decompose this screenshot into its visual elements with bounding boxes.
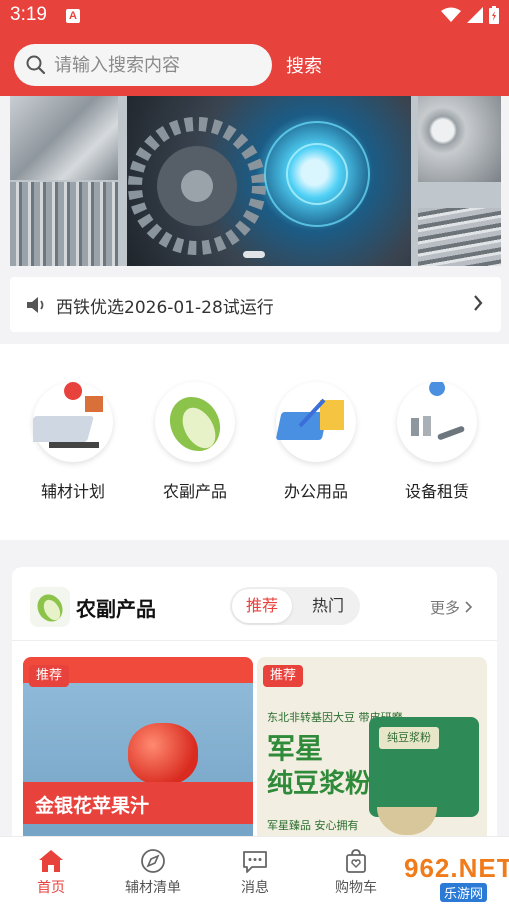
- home-icon: [39, 850, 63, 872]
- notice-bar[interactable]: 西铁优选2026-01-28试运行: [10, 277, 501, 332]
- product-slogan: 军星臻品 安心拥有: [267, 819, 359, 832]
- product-brand: 军星: [267, 732, 324, 765]
- bottom-nav: 首页 辅材清单 消息 购物车 962.NET 乐游网: [0, 836, 509, 906]
- nav-label: 消息: [241, 880, 269, 896]
- office-supplies-icon: [276, 382, 356, 462]
- tab-hot[interactable]: 热门: [300, 589, 356, 623]
- section-title: 农副产品: [76, 597, 156, 621]
- watermark: 962.NET 乐游网: [376, 849, 509, 903]
- nav-item-messages[interactable]: 消息: [210, 847, 300, 897]
- product-image-bowl: [377, 807, 437, 835]
- search-box: [14, 44, 272, 86]
- divider: [12, 640, 497, 641]
- watermark-sub: 乐游网: [440, 883, 488, 902]
- notification-icon: A: [66, 9, 80, 23]
- banner-image-gears: [127, 96, 411, 266]
- more-link[interactable]: 更多: [430, 597, 473, 618]
- product-box-text: 金银花苹果汁: [35, 795, 150, 817]
- banner-image-nuts: [10, 96, 118, 180]
- search-icon: [26, 55, 46, 75]
- category-grid: 辅材计划 农副产品 办公用品 设备租赁: [0, 344, 509, 540]
- banner-image-pipes: [418, 96, 501, 182]
- nav-label: 首页: [37, 880, 65, 896]
- cabbage-icon: [155, 382, 235, 462]
- bag-label: 纯豆浆粉: [379, 727, 439, 749]
- banner-image-tubes: [418, 208, 501, 266]
- app-header: 3:19 A 搜索: [0, 0, 509, 96]
- cabbage-icon: [30, 587, 70, 627]
- nav-item-aux-list[interactable]: 辅材清单: [108, 847, 198, 897]
- chevron-right-icon: [474, 295, 483, 311]
- nav-item-home[interactable]: 首页: [6, 847, 96, 897]
- map-plan-icon: [27, 382, 113, 462]
- category-label: 农副产品: [162, 482, 227, 501]
- category-item-rental[interactable]: 设备租赁: [387, 380, 487, 502]
- recommend-badge: 推荐: [29, 665, 69, 687]
- category-item-office[interactable]: 办公用品: [266, 382, 366, 502]
- nav-label: 辅材清单: [125, 880, 181, 896]
- apple-icon: [128, 723, 198, 785]
- category-item-agri[interactable]: 农副产品: [145, 382, 245, 502]
- chevron-right-icon: [465, 601, 472, 613]
- gear-icon: [128, 117, 370, 255]
- product-image-bag: 纯豆浆粉: [369, 717, 479, 817]
- status-icons: [441, 6, 499, 24]
- shopping-bag-icon: [346, 849, 366, 873]
- section-tabs: 推荐 热门: [230, 587, 360, 625]
- search-input[interactable]: [54, 44, 264, 86]
- banner-image-bolts: [10, 182, 118, 266]
- compass-icon: [141, 849, 165, 873]
- category-label: 办公用品: [283, 482, 348, 501]
- notice-text: 西铁优选2026-01-28试运行: [56, 298, 274, 318]
- agri-product-section: 农副产品 推荐 热门 更多 金银花苹果汁 推荐 东北非转基因大豆 带皮研磨 军星…: [12, 567, 497, 867]
- search-button[interactable]: 搜索: [286, 52, 322, 78]
- wifi-icon: [441, 7, 461, 22]
- status-time: 3:19: [10, 4, 47, 25]
- equipment-rental-icon: [397, 380, 477, 462]
- speaker-icon: [27, 297, 44, 313]
- carousel-indicator: [243, 251, 265, 258]
- watermark-number: 962.NET: [404, 853, 509, 883]
- category-label: 辅材计划: [40, 482, 105, 501]
- product-title: 纯豆浆粉: [267, 769, 372, 799]
- banner-carousel[interactable]: [10, 96, 501, 266]
- signal-icon: [467, 7, 483, 23]
- message-icon: [243, 851, 267, 873]
- recommend-badge: 推荐: [263, 665, 303, 687]
- category-item-aux-plan[interactable]: 辅材计划: [23, 382, 123, 502]
- status-bar: 3:19 A: [0, 0, 509, 34]
- more-label: 更多: [430, 599, 461, 617]
- tab-recommended[interactable]: 推荐: [232, 589, 292, 623]
- category-label: 设备租赁: [404, 482, 469, 501]
- battery-icon: [489, 6, 499, 24]
